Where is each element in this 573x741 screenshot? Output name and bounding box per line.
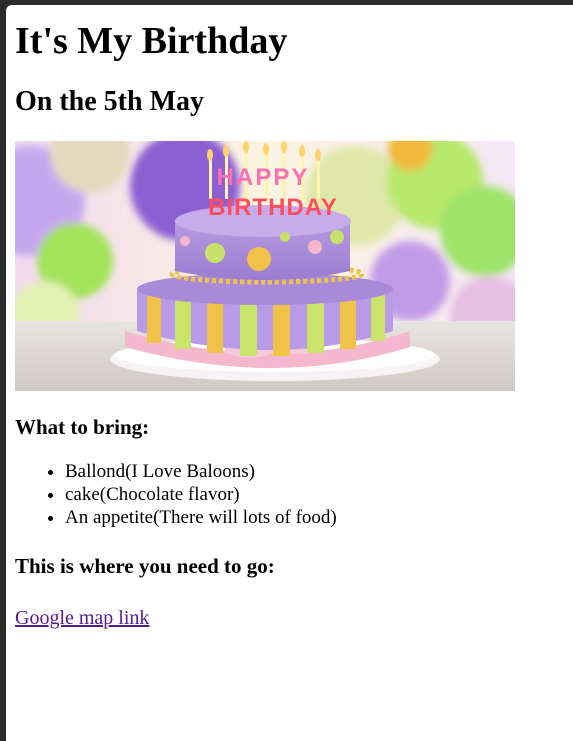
- google-map-link[interactable]: Google map link: [15, 606, 149, 630]
- browser-viewport: It's My Birthday On the 5th May HAPPY BI…: [6, 5, 573, 741]
- birthday-cake-image: HAPPY BIRTHDAY: [15, 141, 515, 391]
- directions-heading: This is where you need to go:: [15, 554, 275, 578]
- cake-text-bottom: BIRTHDAY: [208, 194, 338, 221]
- date-heading: On the 5th May: [15, 86, 204, 117]
- list-item: cake(Chocolate flavor): [65, 483, 573, 506]
- bring-list: Ballond(I Love Baloons) cake(Chocolate f…: [15, 460, 573, 529]
- list-item: An appetite(There will lots of food): [65, 506, 573, 529]
- page-content: It's My Birthday On the 5th May HAPPY BI…: [6, 19, 573, 630]
- page-title: It's My Birthday: [15, 20, 288, 62]
- cake-text-top: HAPPY: [217, 164, 310, 191]
- list-item: Ballond(I Love Baloons): [65, 460, 573, 483]
- bring-heading: What to bring:: [15, 415, 150, 439]
